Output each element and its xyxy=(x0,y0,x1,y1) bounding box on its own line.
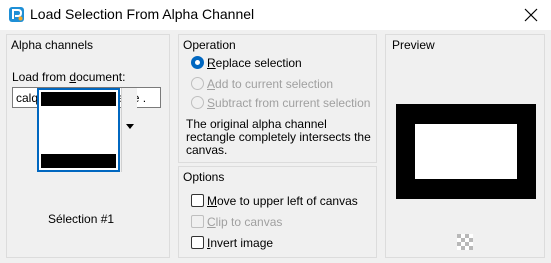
clip-to-canvas-label[interactable]: Clip to canvas xyxy=(207,215,282,229)
preview-title: Preview xyxy=(392,38,435,52)
options-title: Options xyxy=(183,170,225,184)
subtract-from-selection-label[interactable]: Subtract from current selection xyxy=(207,96,370,110)
clip-to-canvas-checkbox[interactable] xyxy=(191,215,204,228)
add-to-selection-label[interactable]: Add to current selection xyxy=(207,77,333,91)
selection-name: Sélection #1 xyxy=(48,212,115,226)
window-title: Load Selection From Alpha Channel xyxy=(30,6,255,22)
close-icon xyxy=(524,8,538,22)
replace-selection-label[interactable]: Replace selection xyxy=(207,56,302,70)
move-to-upper-left-label[interactable]: Move to upper left of canvas xyxy=(207,194,358,208)
move-to-upper-left-checkbox[interactable] xyxy=(191,194,204,207)
operation-title: Operation xyxy=(183,38,236,52)
close-button[interactable] xyxy=(511,0,551,30)
transparency-checker-icon[interactable] xyxy=(457,234,473,250)
thumbnail-white-area xyxy=(41,106,116,154)
invert-image-label[interactable]: Invert image xyxy=(207,236,273,250)
add-to-selection-radio[interactable] xyxy=(191,77,204,90)
preview-canvas xyxy=(396,104,536,199)
invert-image-checkbox[interactable] xyxy=(191,236,204,249)
thumbnail-black-area xyxy=(41,92,116,168)
title-bar: Load Selection From Alpha Channel xyxy=(0,0,551,30)
app-icon xyxy=(8,6,25,23)
replace-selection-radio[interactable] xyxy=(191,56,204,69)
chevron-down-icon xyxy=(126,124,134,129)
subtract-from-selection-radio[interactable] xyxy=(191,96,204,109)
load-from-document-label: Load from document: xyxy=(12,70,126,84)
selection-thumbnail[interactable] xyxy=(37,88,120,172)
preview-selection-area xyxy=(415,124,517,179)
thumbnail-dropdown-button[interactable] xyxy=(121,88,137,172)
operation-description: The original alpha channel rectangle com… xyxy=(186,117,371,157)
alpha-channels-title: Alpha channels xyxy=(11,38,94,52)
